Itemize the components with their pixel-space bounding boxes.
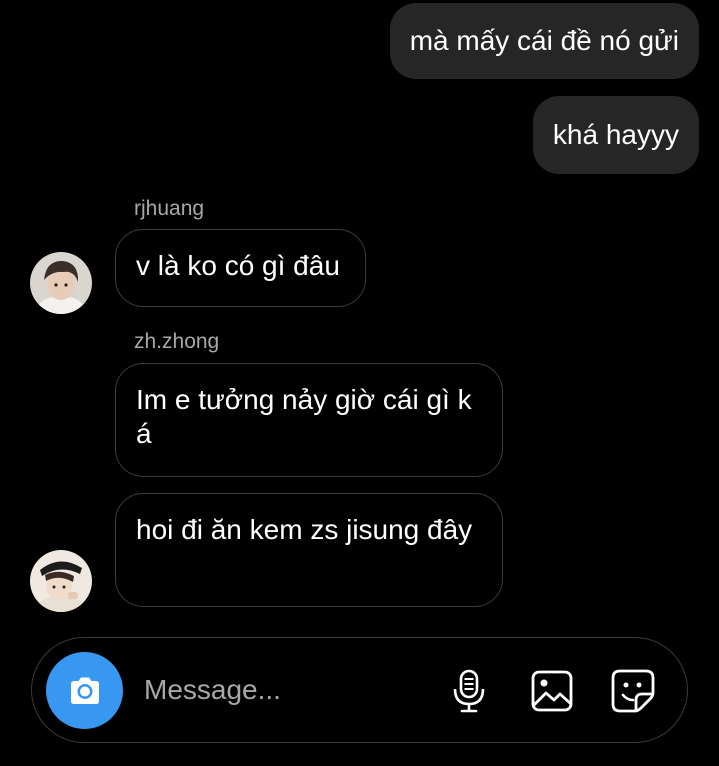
image-gallery-icon <box>531 670 573 712</box>
outgoing-message[interactable]: khá hayyy <box>532 96 699 174</box>
sticker-icon <box>611 669 655 713</box>
message-composer <box>31 637 688 743</box>
sender-name: zh.zhong <box>134 330 220 353</box>
incoming-message[interactable]: v là ko có gì đâu <box>115 229 366 307</box>
avatar[interactable] <box>30 550 92 612</box>
microphone-icon <box>453 669 485 713</box>
outgoing-message[interactable]: mà mấy cái đề nó gửi <box>389 3 699 79</box>
sticker-button[interactable] <box>610 668 656 714</box>
gallery-button[interactable] <box>529 668 575 714</box>
avatar[interactable] <box>30 252 92 314</box>
camera-icon <box>70 677 99 704</box>
message-input[interactable] <box>144 668 414 712</box>
camera-button[interactable] <box>46 652 123 729</box>
incoming-message[interactable]: Im e tưởng nảy giờ cái gì k á <box>115 363 503 477</box>
microphone-button[interactable] <box>446 668 492 714</box>
incoming-message[interactable]: hoi đi ăn kem zs jisung đây <box>115 493 503 607</box>
sender-name: rjhuang <box>134 197 205 220</box>
